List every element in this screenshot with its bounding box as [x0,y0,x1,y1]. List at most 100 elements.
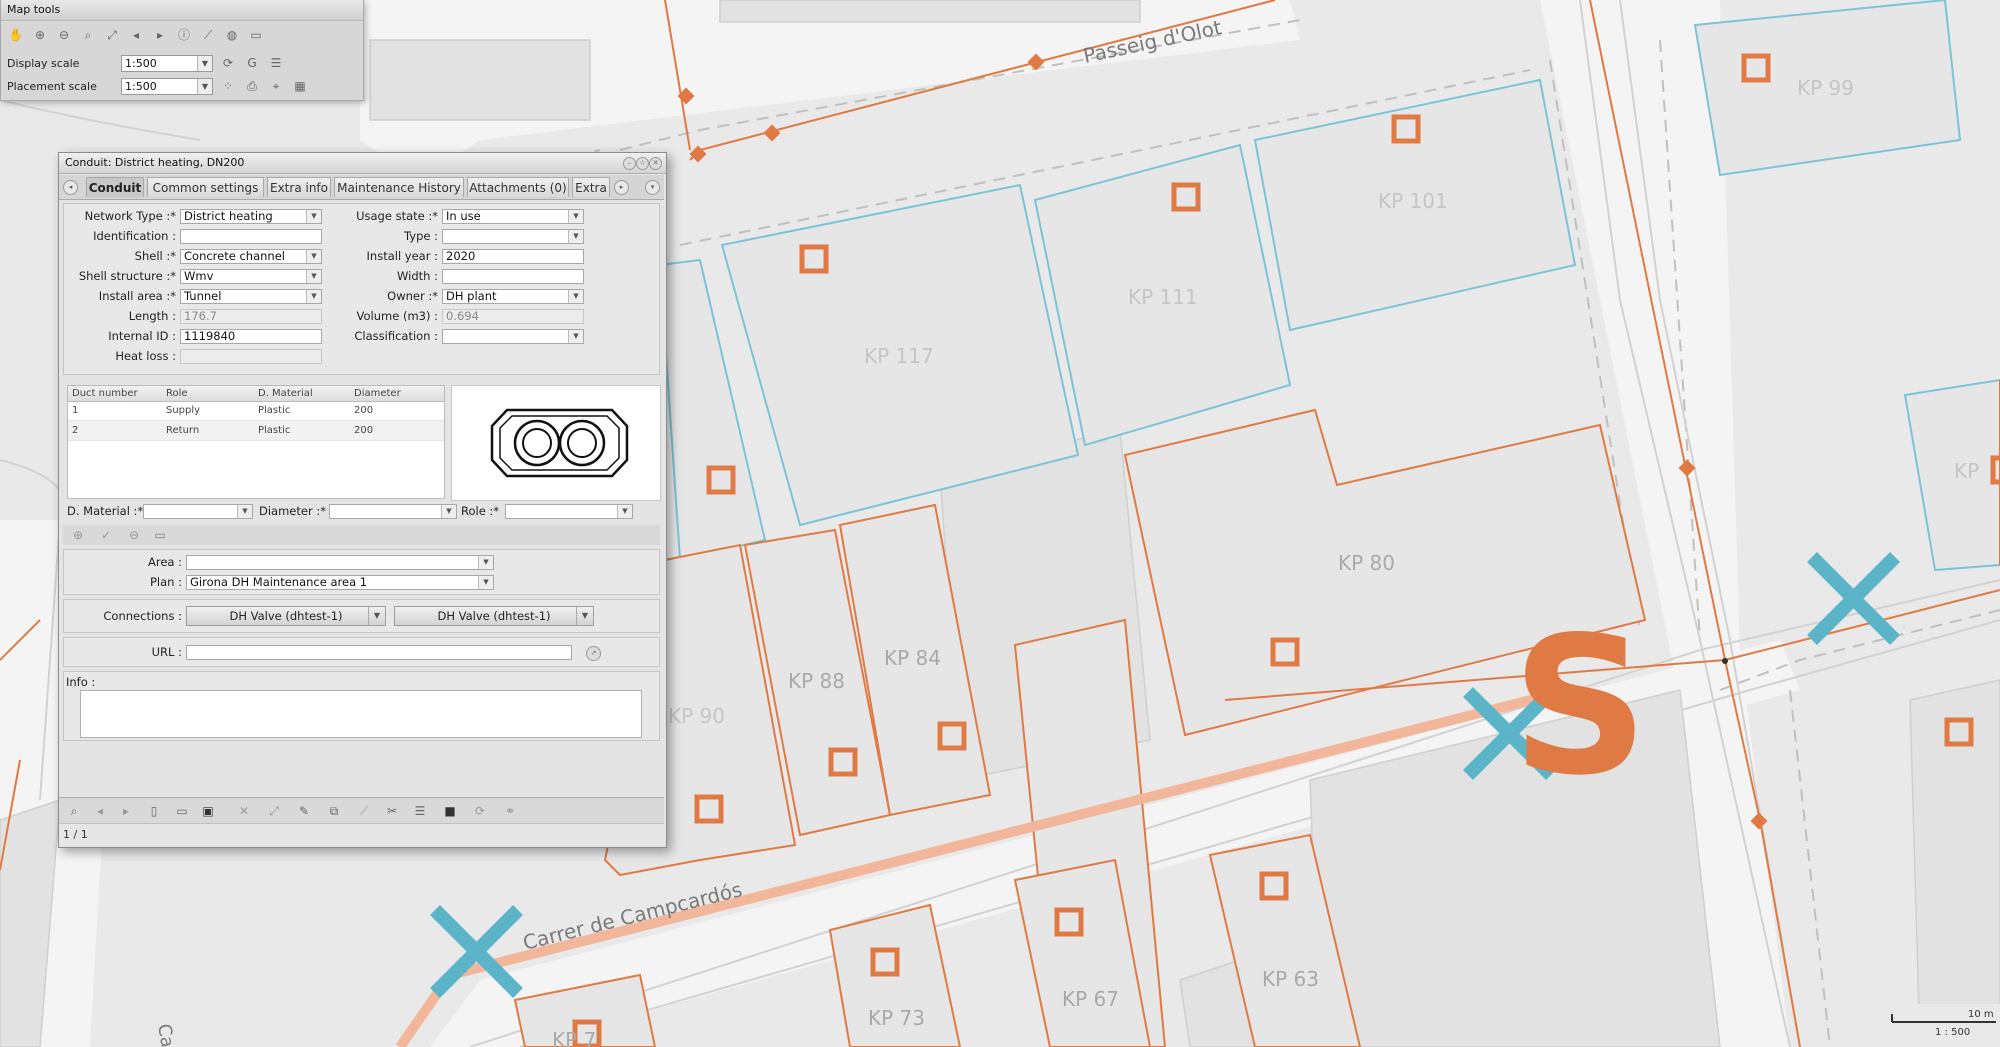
search-icon[interactable]: ⌕ [65,802,83,820]
copy-icon[interactable]: ⧉ [325,802,343,820]
dialog-titlebar[interactable]: Conduit: District heating, DN200 – ☆ ✕ [59,153,666,174]
previous-icon[interactable]: ◂ [91,802,109,820]
owner-select[interactable]: DH plant ▼ [442,289,584,304]
install-area-select[interactable]: Tunnel ▼ [180,289,322,304]
route-start-marker[interactable]: S [1512,596,1649,817]
grid-points-icon[interactable]: ⁘ [219,77,237,95]
measure-icon[interactable]: ⟋ [199,26,217,44]
zoom-out-icon[interactable]: ⊖ [55,26,73,44]
display-scale-select[interactable]: 1:500 ▼ [121,54,213,72]
list-icon[interactable]: ☰ [411,802,429,820]
minimize-icon[interactable]: – [623,157,636,170]
tab-maintenance-history[interactable]: Maintenance History [334,177,464,197]
next-icon[interactable]: ▸ [117,802,135,820]
window-icon[interactable]: ▭ [247,26,265,44]
classification-select[interactable]: ▼ [442,329,584,344]
layers-icon[interactable]: ☰ [267,54,285,72]
duct-material-select[interactable]: ▼ [143,504,253,519]
snap-icon[interactable]: G [243,54,261,72]
install-year-field[interactable]: 2020 [442,249,584,264]
column-header[interactable]: Duct number [72,388,138,399]
connections-group: Connections : DH Valve (dhtest-1) ▼ DH Va… [63,599,660,633]
table-row[interactable]: 2 Return Plastic 200 [68,421,444,441]
link-icon[interactable]: ⚭ [501,802,519,820]
volume-field: 0.694 [442,309,584,324]
classification-label: Classification : [354,329,438,343]
tab-conduit[interactable]: Conduit [86,177,144,197]
pin-icon[interactable]: ☆ [636,157,649,170]
url-label: URL : [151,645,182,659]
column-header[interactable]: D. Material [258,388,313,399]
zoom-extent-icon[interactable]: ⤢ [103,26,121,44]
zoom-window-icon[interactable]: ⌕ [79,26,97,44]
network-type-select[interactable]: District heating ▼ [180,209,322,224]
tab-extra[interactable]: Extra [572,177,610,197]
tab-common-settings[interactable]: Common settings [147,177,264,197]
refresh-icon[interactable]: ⟳ [219,54,237,72]
area-select[interactable]: ▼ [186,555,494,570]
usage-state-select[interactable]: In use ▼ [442,209,584,224]
window-icon[interactable]: ▭ [151,526,169,544]
close-icon[interactable]: ✕ [649,157,662,170]
globe-icon[interactable]: ◍ [223,26,241,44]
fill-icon[interactable]: ■ [441,802,459,820]
length-label: Length : [128,309,176,323]
split-icon[interactable]: ✂ [383,802,401,820]
accept-duct-icon[interactable]: ✓ [97,526,115,544]
tab-list-icon[interactable]: ▾ [645,180,660,195]
zoom-in-icon[interactable]: ⊕ [31,26,49,44]
info-textarea[interactable] [80,690,642,738]
table-cell: 2 [72,425,79,436]
parcel-label: KP 80 [1338,551,1395,575]
duct-table[interactable]: Duct number Role D. Material Diameter 1 … [67,385,445,499]
width-field[interactable] [442,269,584,284]
previous-view-icon[interactable]: ◂ [127,26,145,44]
type-label: Type : [404,229,438,243]
connections-label: Connections : [103,609,182,623]
next-view-icon[interactable]: ▸ [151,26,169,44]
parcel-label: KP 90 [668,704,725,728]
plan-select[interactable]: Girona DH Maintenance area 1 ▼ [186,575,494,590]
edit-pen-icon[interactable]: ✎ [295,802,313,820]
type-select[interactable]: ▼ [442,229,584,244]
placement-scale-select[interactable]: 1:500 ▼ [121,77,213,95]
save-icon[interactable]: ▣ [199,802,217,820]
tab-attachments[interactable]: Attachments (0) [467,177,569,197]
info-icon[interactable]: ⓘ [175,26,193,44]
table-row[interactable]: 1 Supply Plastic 200 [68,401,444,421]
tab-scroll-left-icon[interactable]: ◂ [63,180,78,195]
internal-id-field[interactable]: 1119840 [180,329,322,344]
table-cell: Plastic [258,425,291,436]
status-bar: 1 / 1 [59,823,664,845]
table-cell: 1 [72,405,79,416]
open-url-icon[interactable]: ↗ [586,646,601,661]
shell-select[interactable]: Concrete channel ▼ [180,249,322,264]
remove-duct-icon[interactable]: ⊖ [125,526,143,544]
delete-icon[interactable]: ✕ [235,802,253,820]
url-field[interactable] [186,645,572,660]
duct-diameter-select[interactable]: ▼ [329,504,457,519]
shell-structure-select[interactable]: Wmv ▼ [180,269,322,284]
target-icon[interactable]: ⌖ [267,77,285,95]
move-icon[interactable]: ⤢ [265,802,283,820]
pan-hand-icon[interactable]: ✋ [7,26,25,44]
tab-extra-info[interactable]: Extra info [267,177,331,197]
chevron-down-icon: ▼ [478,556,493,569]
identification-field[interactable] [180,229,322,244]
column-header[interactable]: Role [166,388,188,399]
chevron-down-icon: ▼ [441,505,456,518]
column-header[interactable]: Diameter [354,388,401,399]
draw-line-icon[interactable]: ⟋ [355,802,373,820]
connection-button-1[interactable]: DH Valve (dhtest-1) ▼ [186,606,386,626]
refresh-icon[interactable]: ⟳ [471,802,489,820]
print-icon[interactable]: ⎙ [243,77,261,95]
add-duct-icon[interactable]: ⊕ [69,526,87,544]
tab-scroll-right-icon[interactable]: ▸ [614,180,629,195]
new-document-icon[interactable]: ▯ [145,802,163,820]
area-label: Area : [148,555,182,569]
table-icon[interactable]: ▦ [291,77,309,95]
duct-role-select[interactable]: ▼ [505,504,633,519]
shell-label: Shell :* [134,249,176,263]
connection-button-2[interactable]: DH Valve (dhtest-1) ▼ [394,606,594,626]
window-icon[interactable]: ▭ [173,802,191,820]
